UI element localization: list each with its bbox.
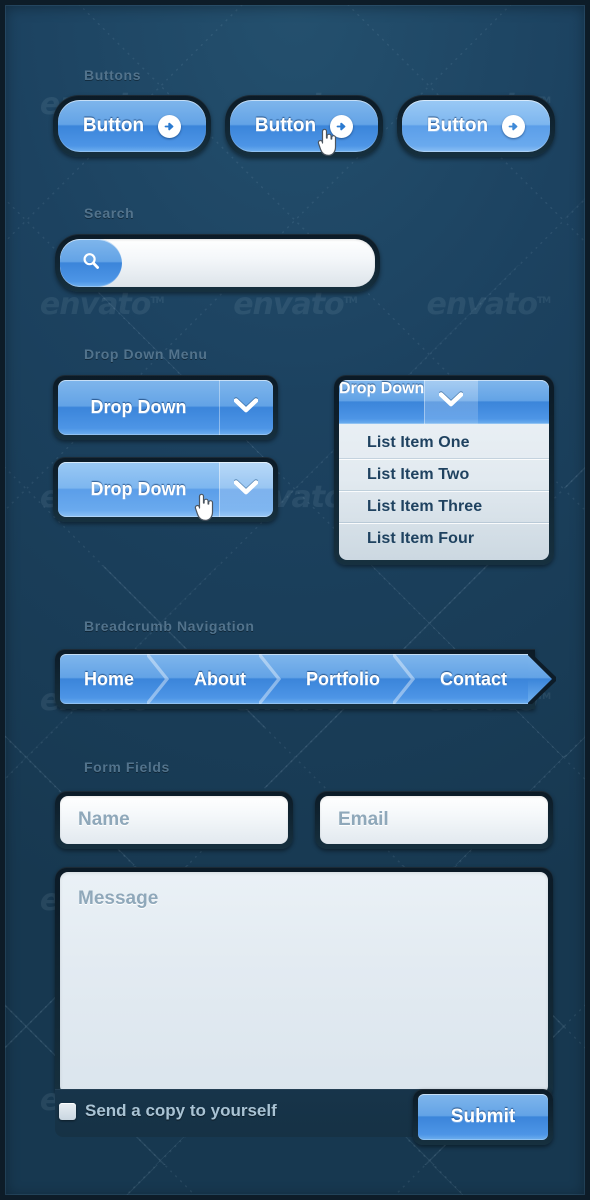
watermark-logo: envatoTM <box>426 287 552 322</box>
section-label-form: Form Fields <box>84 759 170 775</box>
arrow-right-circle-icon <box>158 114 182 138</box>
dropdown-2-label: Drop Down <box>90 479 187 499</box>
button-2[interactable]: Button <box>230 100 378 152</box>
email-input[interactable] <box>320 809 548 831</box>
breadcrumb-label: Portfolio <box>306 668 380 689</box>
list-item[interactable]: List Item Three <box>339 491 549 523</box>
message-textarea[interactable] <box>60 872 548 1094</box>
breadcrumb-label: Contact <box>440 668 507 689</box>
breadcrumb: Home About Portfolio Contact <box>55 649 556 709</box>
chevron-down-icon <box>233 397 259 418</box>
search-frame <box>55 234 380 292</box>
chevron-right-icon <box>259 654 281 704</box>
dropdown-open-frame: Drop Down List Item One List Item Two Li… <box>334 375 554 565</box>
breadcrumb-label: About <box>194 668 246 689</box>
breadcrumb-item-about[interactable]: About <box>168 654 281 704</box>
name-input[interactable] <box>60 809 288 831</box>
section-label-dropdown: Drop Down Menu <box>84 346 208 362</box>
breadcrumb-arrow-tip <box>528 654 556 704</box>
section-label-buttons: Buttons <box>84 67 142 83</box>
chevron-right-icon <box>393 654 415 704</box>
dropdown-1-label: Drop Down <box>90 397 187 417</box>
email-field <box>320 796 548 844</box>
list-item[interactable]: List Item Four <box>339 523 549 554</box>
name-field-frame <box>55 791 293 849</box>
dropdown-2-text: Drop Down <box>58 462 219 517</box>
search-bar <box>60 239 375 287</box>
button-1-label: Button <box>82 115 145 136</box>
button-3[interactable]: Button <box>402 100 550 152</box>
dropdown-open-header[interactable]: Drop Down <box>339 380 549 424</box>
dropdown-open-label: Drop Down <box>339 380 425 397</box>
button-1[interactable]: Button <box>58 100 206 152</box>
watermark-logo: envatoTM <box>39 287 165 322</box>
ui-kit-canvas: envatoTM envatoTM envatoTM envatoTM enva… <box>0 0 590 1200</box>
message-field <box>60 872 548 1094</box>
submit-button[interactable]: Submit <box>418 1094 548 1140</box>
message-field-frame <box>55 867 553 1099</box>
dropdown-2-frame: Drop Down <box>53 457 278 522</box>
send-copy-label: Send a copy to yourself <box>85 1101 277 1120</box>
list-item[interactable]: List Item One <box>339 428 549 459</box>
arrow-right-circle-icon <box>330 114 354 138</box>
button-2-label: Button <box>254 115 317 136</box>
button-2-frame: Button <box>225 95 383 157</box>
dropdown-1[interactable]: Drop Down <box>58 380 273 435</box>
chevron-down-icon <box>233 479 259 500</box>
submit-frame: Submit <box>413 1089 553 1145</box>
send-copy-checkbox[interactable] <box>59 1103 76 1120</box>
breadcrumb-item-contact[interactable]: Contact <box>414 654 525 704</box>
search-input[interactable] <box>122 239 375 287</box>
section-label-search: Search <box>84 205 135 221</box>
watermark-logo: envatoTM <box>233 287 358 322</box>
section-label-breadcrumb: Breadcrumb Navigation <box>84 618 255 634</box>
magnifier-icon <box>81 251 101 276</box>
breadcrumb-label: Home <box>84 668 135 689</box>
name-field <box>60 796 288 844</box>
watermark-row: envatoTM envatoTM envatoTM <box>5 287 585 322</box>
dropdown-1-text: Drop Down <box>58 380 219 435</box>
arrow-right-circle-icon <box>502 114 526 138</box>
dropdown-2-arrow[interactable] <box>219 462 273 517</box>
breadcrumb-item-portfolio[interactable]: Portfolio <box>280 654 415 704</box>
dropdown-1-arrow[interactable] <box>219 380 273 435</box>
dropdown-open-arrow[interactable] <box>424 380 479 424</box>
search-button[interactable] <box>60 239 122 287</box>
button-3-frame: Button <box>397 95 555 157</box>
dropdown-1-frame: Drop Down <box>53 375 278 440</box>
dropdown-open: Drop Down List Item One List Item Two Li… <box>339 380 549 560</box>
chevron-down-icon <box>439 392 464 412</box>
email-field-frame <box>315 791 553 849</box>
breadcrumb-item-home[interactable]: Home <box>60 654 170 704</box>
chevron-right-icon <box>147 654 170 704</box>
dropdown-2[interactable]: Drop Down <box>58 462 273 517</box>
dropdown-open-text: Drop Down <box>339 380 424 424</box>
breadcrumb-inner: Home About Portfolio Contact <box>60 654 556 704</box>
submit-label: Submit <box>450 1106 516 1127</box>
dropdown-list: List Item One List Item Two List Item Th… <box>339 424 549 560</box>
button-1-frame: Button <box>53 95 211 157</box>
button-3-label: Button <box>426 115 489 136</box>
list-item[interactable]: List Item Two <box>339 459 549 491</box>
